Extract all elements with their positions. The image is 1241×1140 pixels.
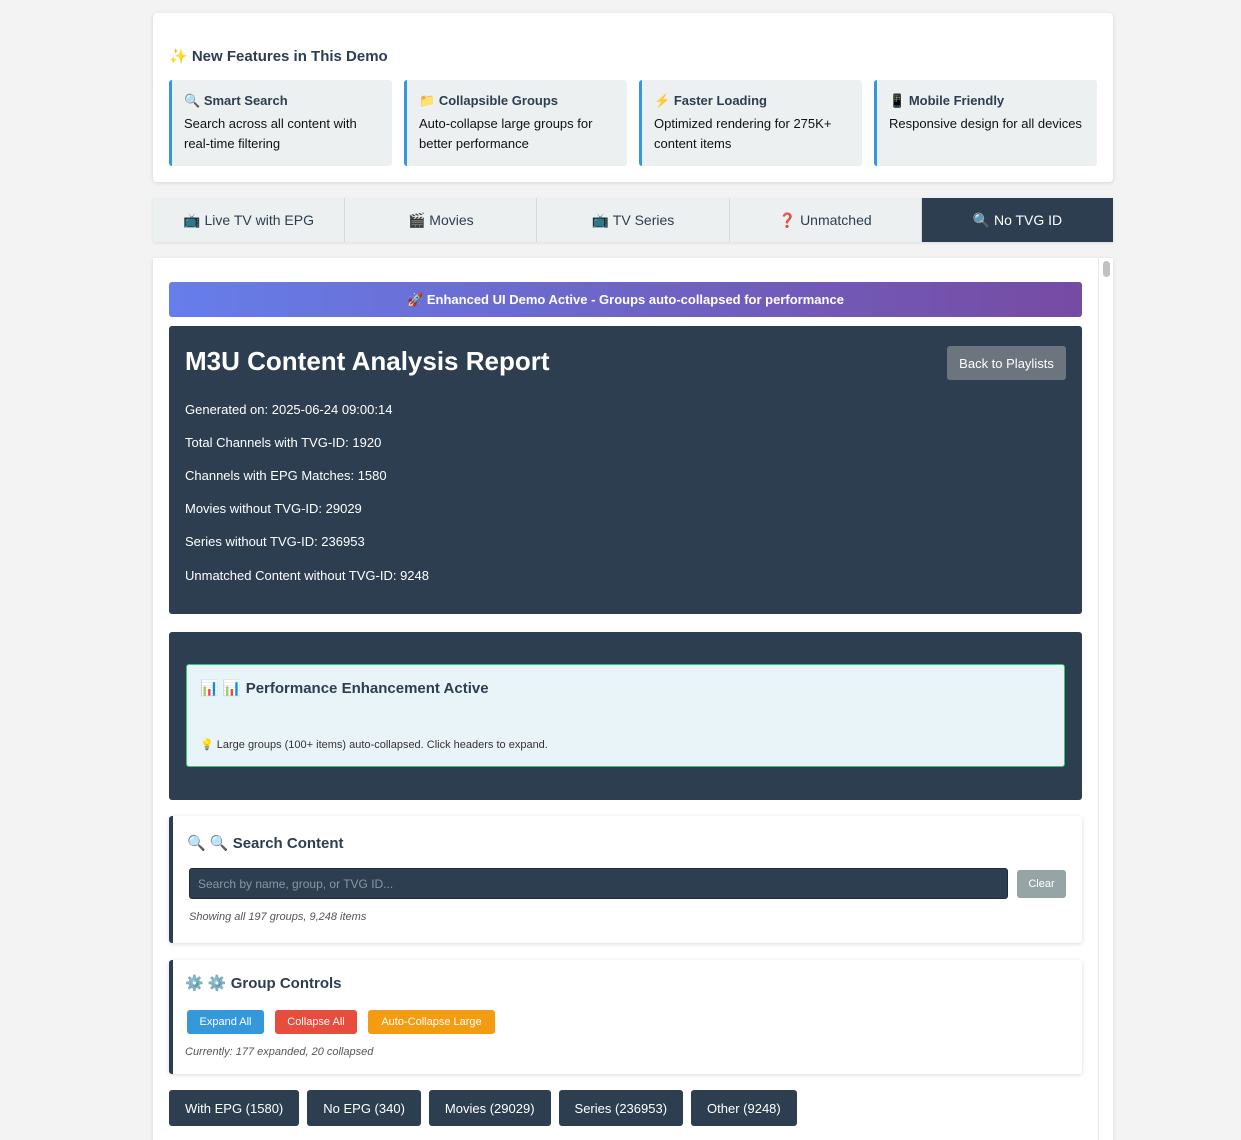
tab-live-tv-with-epg[interactable]: 📺 Live TV with EPG (153, 198, 346, 242)
report-header: M3U Content Analysis Report Back to Play… (169, 326, 1082, 614)
filter-with-epg-button[interactable]: With EPG (1580) (169, 1090, 300, 1126)
back-to-playlists-button[interactable]: Back to Playlists (947, 346, 1066, 380)
performance-section: 📊 📊 Performance Enhancement Active Total… (169, 632, 1082, 800)
performance-note: 💡 Large groups (100+ items) auto-collaps… (200, 739, 548, 751)
features-title: ✨ New Features in This Demo (169, 48, 388, 65)
folder-icon: 📁 (419, 93, 436, 108)
collapse-all-button[interactable]: Collapse All (275, 1010, 357, 1034)
feature-title: Mobile Friendly (908, 93, 1005, 108)
feature-card-faster-loading: ⚡ Faster Loading Optimized rendering for… (639, 80, 862, 166)
tab-unmatched[interactable]: ❓ Unmatched (729, 198, 922, 242)
tab-movies[interactable]: 🎬 Movies (345, 198, 538, 242)
feature-desc: Auto-collapse large groups for better pe… (419, 116, 593, 151)
group-controls-title: ⚙️ ⚙️ Group Controls (185, 975, 342, 992)
filter-movies-button[interactable]: Movies (29029) (428, 1090, 551, 1126)
feature-card-mobile-friendly: 📱 Mobile Friendly Responsive design for … (874, 80, 1097, 166)
feature-desc: Optimized rendering for 275K+ content it… (654, 116, 832, 151)
search-input[interactable] (189, 868, 1008, 899)
feature-title: Smart Search (203, 93, 288, 108)
series-count-text: Series without TVG-ID: 236953 (185, 534, 365, 549)
scrollbar[interactable] (1098, 258, 1113, 1140)
movies-count-text: Movies without TVG-ID: 29029 (185, 501, 362, 516)
feature-card-smart-search: 🔍 Smart Search Search across all content… (169, 80, 392, 166)
feature-card-collapsible-groups: 📁 Collapsible Groups Auto-collapse large… (404, 80, 627, 166)
tab-bar: 📺 Live TV with EPG 🎬 Movies 📺 TV Series … (153, 198, 1114, 242)
search-panel: 🔍 🔍 Search Content Clear Showing all 197… (169, 816, 1082, 943)
stat-total-groups: Total Groups: 197 (201, 711, 296, 725)
main-content: 🚀 Enhanced UI Demo Active - Groups auto-… (153, 258, 1113, 1140)
filter-series-button[interactable]: Series (236953) (558, 1090, 684, 1126)
feature-title: Collapsible Groups (438, 93, 558, 108)
auto-collapse-large-button[interactable]: Auto-Collapse Large (368, 1010, 495, 1034)
stat-total-items: Total Items: 9,248 (416, 711, 511, 725)
tab-tv-series[interactable]: 📺 TV Series (537, 198, 730, 242)
stat-performance-gain: Performance Gain: ~95% faster (845, 711, 1014, 725)
clear-button[interactable]: Clear (1017, 870, 1066, 898)
lightning-icon: ⚡ (654, 93, 671, 108)
search-title: 🔍 🔍 Search Content (187, 835, 344, 852)
features-panel: ✨ New Features in This Demo 🔍 Smart Sear… (153, 13, 1113, 182)
mobile-phone-icon: 📱 (889, 93, 906, 108)
generated-on-text: Generated on: 2025-06-24 09:00:14 (185, 402, 393, 417)
performance-box: 📊 📊 Performance Enhancement Active Total… (186, 664, 1065, 767)
search-status: Showing all 197 groups, 9,248 items (189, 911, 367, 923)
tab-no-tvg-id[interactable]: 🔍 No TVG ID (921, 198, 1114, 242)
filter-other-button[interactable]: Other (9248) (691, 1090, 797, 1126)
stat-auto-collapsed: Auto-Collapsed: 20 (630, 711, 733, 725)
feature-desc: Responsive design for all devices (889, 116, 1082, 131)
unmatched-count-text: Unmatched Content without TVG-ID: 9248 (185, 568, 429, 583)
expand-all-button[interactable]: Expand All (187, 1010, 264, 1034)
group-controls-panel: ⚙️ ⚙️ Group Controls Expand All Collapse… (169, 960, 1082, 1074)
total-channels-text: Total Channels with TVG-ID: 1920 (185, 435, 382, 450)
feature-title: Faster Loading (673, 93, 767, 108)
scrollbar-thumb[interactable] (1103, 261, 1110, 277)
page-title: M3U Content Analysis Report (185, 346, 550, 376)
group-status: Currently: 177 expanded, 20 collapsed (185, 1046, 374, 1058)
demo-banner: 🚀 Enhanced UI Demo Active - Groups auto-… (169, 282, 1082, 317)
search-icon: 🔍 (184, 93, 201, 108)
feature-desc: Search across all content with real-time… (184, 116, 357, 151)
performance-title: 📊 📊 Performance Enhancement Active (200, 680, 489, 697)
filter-buttons: With EPG (1580) No EPG (340) Movies (290… (169, 1090, 797, 1126)
epg-matches-text: Channels with EPG Matches: 1580 (185, 468, 387, 483)
filter-no-epg-button[interactable]: No EPG (340) (307, 1090, 421, 1126)
